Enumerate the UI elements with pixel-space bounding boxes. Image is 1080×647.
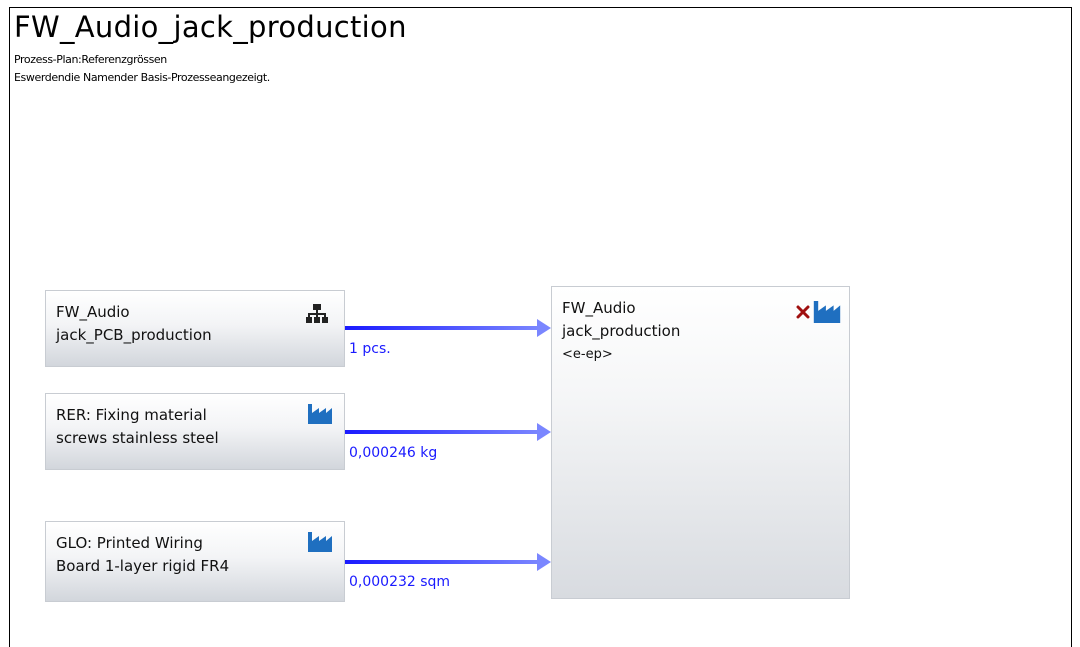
process-name-line1: RER: Fixing material	[56, 406, 207, 424]
flow-arrow-1[interactable]	[345, 319, 551, 337]
input-process-screws[interactable]: RER: Fixing material screws stainless st…	[45, 393, 345, 470]
process-label: FW_Audio jack_PCB_production	[56, 301, 212, 347]
process-label: FW_Audio jack_production <e-ep>	[562, 297, 680, 366]
process-name-line1: GLO: Printed Wiring	[56, 534, 203, 552]
flow-quantity-2: 0,000246 kg	[349, 445, 438, 461]
input-process-pwb[interactable]: GLO: Printed Wiring Board 1-layer rigid …	[45, 521, 345, 602]
process-name-line1: FW_Audio	[56, 303, 130, 321]
flow-quantity-3: 0,000232 sqm	[349, 574, 451, 590]
hierarchy-icon[interactable]	[306, 303, 328, 325]
factory-icon	[813, 301, 841, 323]
remove-x-icon[interactable]	[796, 305, 810, 319]
process-tag: <e-ep>	[562, 347, 613, 362]
process-name-line2: Board 1-layer rigid FR4	[56, 557, 230, 575]
process-name-line2: screws stainless steel	[56, 429, 219, 447]
output-process-jack-production[interactable]: FW_Audio jack_production <e-ep>	[551, 286, 850, 599]
flow-quantity-1: 1 pcs.	[349, 341, 391, 357]
process-label: GLO: Printed Wiring Board 1-layer rigid …	[56, 532, 229, 578]
flow-arrow-2[interactable]	[345, 423, 551, 441]
process-name-line2: jack_PCB_production	[56, 326, 212, 344]
process-name-line2: jack_production	[562, 322, 681, 340]
factory-icon	[308, 404, 332, 424]
process-name-line1: FW_Audio	[562, 299, 636, 317]
process-label: RER: Fixing material screws stainless st…	[56, 404, 219, 450]
input-process-pcb[interactable]: FW_Audio jack_PCB_production	[45, 290, 345, 367]
factory-icon	[308, 532, 332, 552]
flow-arrow-3[interactable]	[345, 553, 551, 571]
